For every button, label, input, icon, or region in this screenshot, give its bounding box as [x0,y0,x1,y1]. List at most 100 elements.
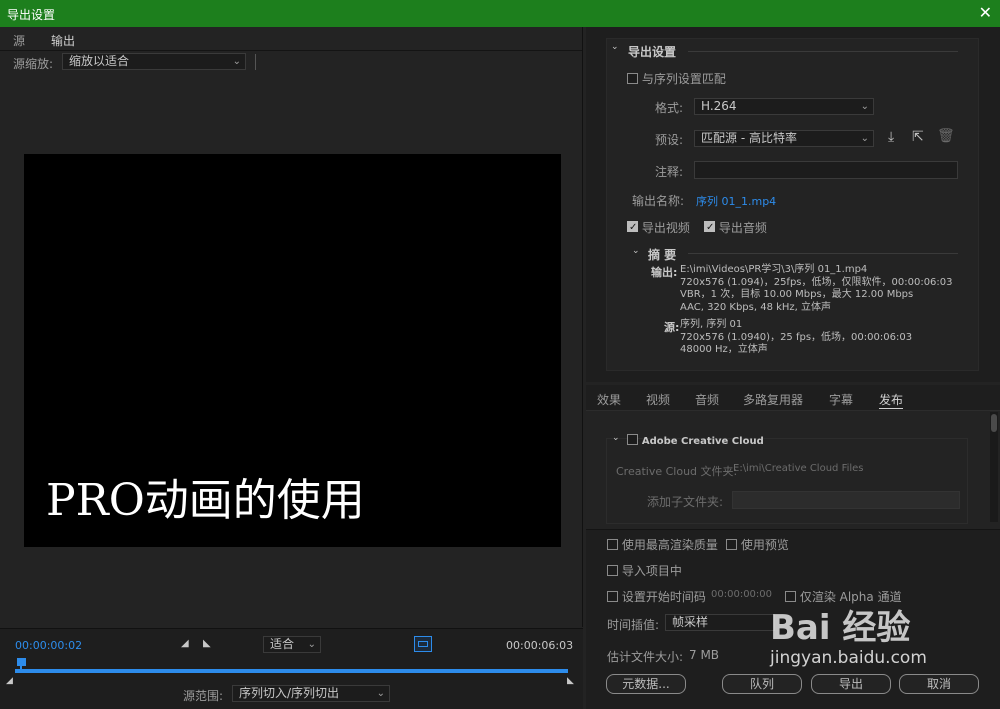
preset-value: 匹配源 - 高比特率 [701,131,797,145]
tab-publish[interactable]: 发布 [879,391,904,409]
export-video-checkbox[interactable]: 导出视频 [627,219,690,236]
source-range-dropdown[interactable]: 序列切入/序列切出 ⌄ [232,685,390,702]
summary-header: 摘 要 [648,248,677,262]
chevron-down-icon[interactable]: ⌄ [632,246,640,256]
cc-folder-label: Creative Cloud 文件夹: [616,465,738,478]
preview-caption: PRO动画的使用 [46,475,365,526]
video-preview: PRO动画的使用 [24,154,561,547]
match-sequence-label: 与序列设置匹配 [641,72,726,86]
max-render-quality-checkbox[interactable]: 使用最高渲染质量 [607,536,718,553]
summary-output-block: E:\imi\Videos\PR学习\3\序列 01_1.mp4 720x576… [680,264,970,314]
tab-effects[interactable]: 效果 [597,391,621,408]
checkbox-icon [607,591,618,602]
import-project-checkbox[interactable]: 导入项目中 [607,562,682,579]
watermark-brand: Bai 经验 [770,608,911,648]
preset-label: 预设: [655,133,684,147]
divider [0,50,582,51]
chevron-down-icon: ⌄ [232,56,241,67]
match-sequence-checkbox[interactable]: 与序列设置匹配 [627,70,726,87]
tab-captions[interactable]: 字幕 [829,391,853,408]
chevron-down-icon: ⌄ [376,688,385,699]
chevron-down-icon: ⌄ [860,101,869,112]
in-point-icon[interactable]: ◢ [6,676,13,686]
metadata-button[interactable]: 元数据... [606,674,686,694]
format-value: H.264 [701,99,737,113]
creative-cloud-checkbox[interactable]: Adobe Creative Cloud [627,433,764,447]
summary-source-label: 源: [664,321,680,334]
summary-output-line: 720x576 (1.094)，25fps，低场，仅限软件，00:00:06:0… [680,276,953,288]
tab-multiplexer[interactable]: 多路复用器 [743,391,803,408]
save-preset-icon[interactable]: ⤓ [888,129,894,145]
delete-preset-icon[interactable]: 🗑 [937,128,955,144]
source-range-label: 源范围: [183,689,224,703]
mark-out-icon[interactable]: ◣ [203,638,211,649]
format-label: 格式: [655,101,684,115]
fit-dropdown[interactable]: 适合 ⌄ [263,636,321,653]
summary-output-line: AAC, 320 Kbps, 48 kHz, 立体声 [680,301,832,313]
comments-input[interactable] [694,161,958,179]
checkbox-checked-icon [627,221,638,232]
import-project-label: 导入项目中 [621,564,682,578]
subfolder-label: 添加子文件夹: [647,495,724,509]
time-interpolation-dropdown[interactable]: 帧采样 [665,614,775,631]
use-previews-checkbox[interactable]: 使用预览 [726,536,789,553]
estimated-size-label: 估计文件大小: [607,650,684,664]
source-scale-label: 源缩放: [13,57,54,71]
divider [688,253,958,254]
chevron-down-icon[interactable]: ⌄ [612,433,620,443]
checkbox-icon [627,434,638,445]
start-timecode-value[interactable]: 00:00:00:00 [711,589,772,600]
source-scale-value: 缩放以适合 [69,54,130,68]
out-point-icon[interactable]: ◣ [567,676,574,686]
output-name-link[interactable]: 序列 01_1.mp4 [696,193,776,209]
tab-output[interactable]: 输出 [51,32,76,51]
chevron-down-icon: ⌄ [860,133,869,144]
settings-tabs: 效果 视频 音频 多路复用器 字幕 发布 [586,385,1000,411]
chevron-down-icon[interactable]: ⌄ [611,42,619,52]
export-audio-label: 导出音频 [718,221,767,235]
summary-source-block: 序列, 序列 01 720x576 (1.0940)，25 fps，低场，00:… [680,319,970,357]
checkbox-icon [726,539,737,550]
source-range-value: 序列切入/序列切出 [239,686,340,700]
tab-video[interactable]: 视频 [646,391,670,408]
format-dropdown[interactable]: H.264 ⌄ [694,98,874,115]
import-preset-icon[interactable]: ⇱ [912,129,924,145]
checkbox-icon [607,565,618,576]
source-scale-dropdown[interactable]: 缩放以适合 ⌄ [62,53,246,70]
playhead[interactable] [16,658,26,672]
output-name-label: 输出名称: [632,194,685,208]
watermark-url: jingyan.baidu.com [770,648,927,668]
baidu-watermark: Bai 经验 jingyan.baidu.com [770,600,990,690]
preset-dropdown[interactable]: 匹配源 - 高比特率 ⌄ [694,130,874,147]
summary-source-line: 48000 Hz，立体声 [680,344,768,355]
checkbox-icon [627,73,638,84]
checkbox-checked-icon [704,221,715,232]
export-audio-checkbox[interactable]: 导出音频 [704,219,767,236]
divider [255,54,256,70]
cc-folder-value[interactable]: E:\imi\Creative Cloud Files [733,463,864,474]
scrollbar-thumb[interactable] [991,414,997,432]
tab-audio[interactable]: 音频 [695,391,719,408]
timeline-track[interactable] [15,669,568,673]
divider [688,51,958,52]
subfolder-input[interactable] [732,491,960,509]
summary-source-line: 720x576 (1.0940)，25 fps，低场，00:00:06:03 [680,331,913,343]
summary-output-line: VBR，1 次，目标 10.00 Mbps，最大 12.00 Mbps [680,289,914,300]
current-timecode[interactable]: 00:00:00:02 [15,639,82,652]
publish-card [606,438,968,524]
checkbox-icon [607,539,618,550]
scrollbar[interactable] [990,412,998,522]
aspect-correction-icon[interactable] [414,636,432,652]
mark-in-icon[interactable]: ◢ [181,638,189,649]
export-video-label: 导出视频 [641,221,690,235]
max-render-quality-label: 使用最高渲染质量 [621,538,718,552]
tab-source[interactable]: 源 [13,32,25,49]
window-title: 导出设置 [7,8,56,22]
comments-label: 注释: [655,165,684,179]
close-icon[interactable]: ✕ [979,3,992,22]
start-timecode-checkbox[interactable]: 设置开始时间码 [607,588,706,605]
export-settings-header: 导出设置 [628,45,677,59]
start-timecode-label: 设置开始时间码 [621,590,706,604]
time-interpolation-value: 帧采样 [672,615,709,629]
creative-cloud-label: Adobe Creative Cloud [641,436,764,447]
